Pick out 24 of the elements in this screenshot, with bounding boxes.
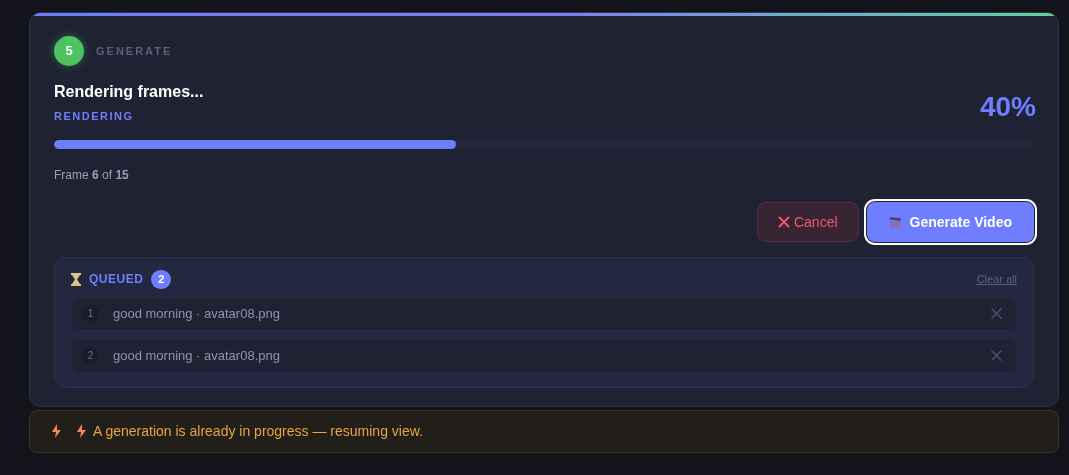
- step-number: 5: [54, 36, 84, 66]
- queue-title: QUEUED: [89, 271, 144, 289]
- queue-item-text: good morning · avatar08.png: [113, 304, 281, 323]
- clapperboard-icon: [888, 215, 902, 229]
- lightning-icon: [77, 424, 86, 438]
- status-title: Rendering frames...: [54, 82, 204, 102]
- close-icon: [777, 216, 790, 228]
- cancel-button[interactable]: Cancel: [756, 202, 859, 242]
- progress-percent: 40%: [979, 90, 1036, 124]
- queue-count: 2: [151, 270, 172, 289]
- queue-index: 2: [82, 347, 99, 364]
- status-phase: RENDERING: [54, 109, 135, 124]
- close-icon[interactable]: [991, 308, 1002, 319]
- alert-message: A generation is already in progress — resuming view.: [93, 421, 423, 441]
- queue-item[interactable]: 1 good morning · avatar08.png: [71, 296, 1017, 331]
- queue-index: 1: [82, 305, 99, 322]
- queue-item-text: good morning · avatar08.png: [113, 346, 281, 365]
- queue-item[interactable]: 2 good morning · avatar08.png: [71, 338, 1017, 373]
- step-label: GENERATE: [96, 43, 173, 59]
- hourglass-icon: [71, 272, 81, 286]
- lightning-icon: [52, 424, 61, 438]
- close-icon[interactable]: [991, 350, 1002, 361]
- generate-video-button[interactable]: Generate Video: [866, 202, 1034, 242]
- frame-counter: Frame 6 of 15: [54, 167, 130, 184]
